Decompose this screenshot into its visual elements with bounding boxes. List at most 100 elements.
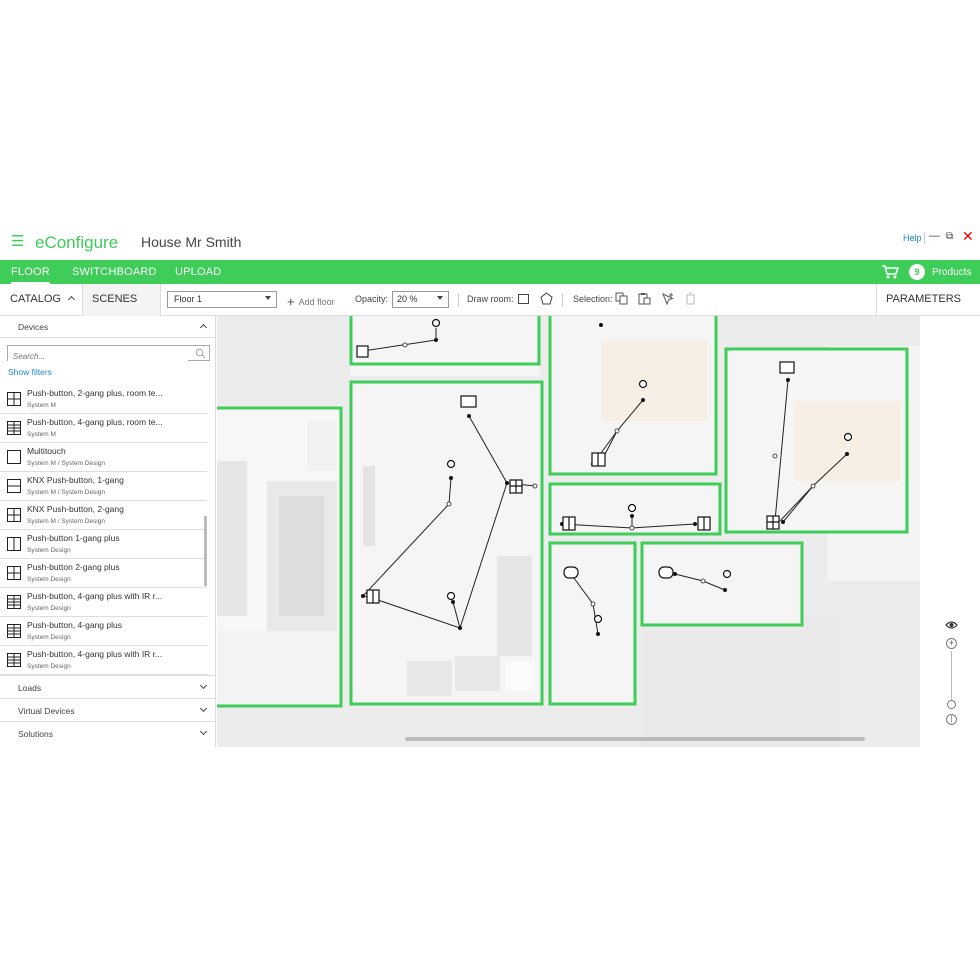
caret-down-icon [265, 296, 271, 300]
visibility-eye-icon[interactable] [945, 620, 958, 630]
device-list-item[interactable]: KNX Push-button, 1-gang System M / System… [0, 472, 207, 501]
zoom-slider-track[interactable] [951, 651, 952, 701]
device-system: System M / System Design [27, 460, 106, 467]
device-name: Push-button 1-gang plus [27, 533, 120, 543]
device-list-item[interactable]: Push-button 2-gang plus System Design [0, 559, 207, 588]
cart-icon[interactable] [881, 264, 899, 280]
device-list-item[interactable]: Push-button, 2-gang plus, room te... Syst… [0, 385, 207, 414]
category-label: Solutions [18, 729, 53, 739]
show-filters-link[interactable]: Show filters [8, 367, 52, 377]
device-system: System Design [27, 605, 71, 612]
close-icon[interactable]: ✕ [962, 228, 974, 245]
device-name: KNX Push-button, 1-gang [27, 475, 124, 485]
category-label: Virtual Devices [18, 706, 75, 716]
category-loads[interactable]: Loads [0, 675, 216, 698]
device-name: Push-button, 4-gang plus with IR r... [27, 649, 163, 659]
title-bar: ☰ eConfigure House Mr Smith Help — ⧉ ✕ [0, 226, 980, 260]
device-system: System M [27, 402, 56, 409]
scrollbar[interactable] [204, 516, 207, 586]
main-menu: FLOOR SWITCHBOARD UPLOAD 9 Products [0, 260, 980, 284]
chevron-up-icon [199, 323, 208, 332]
category-label: Loads [18, 683, 42, 693]
device-name: Push-button 2-gang plus [27, 562, 120, 572]
category-solutions[interactable]: Solutions [0, 721, 216, 744]
floor-plan[interactable] [217, 316, 920, 747]
device-name: KNX Push-button, 2-gang [27, 504, 124, 514]
divider [458, 293, 459, 307]
add-floor-button[interactable]: + Add floor [287, 293, 335, 309]
products-link[interactable]: Products [932, 267, 971, 278]
device-list: Push-button, 2-gang plus, room te... Syst… [0, 385, 208, 675]
search-field[interactable] [7, 345, 210, 364]
app-window: ☰ eConfigure House Mr Smith Help — ⧉ ✕ F… [0, 226, 980, 747]
divider [924, 232, 925, 244]
device-list-item[interactable]: Multitouch System M / System Design [0, 443, 207, 472]
search-input[interactable] [8, 349, 188, 364]
device-name: Push-button, 2-gang plus, room te... [27, 388, 163, 398]
project-title: House Mr Smith [141, 234, 242, 250]
floor-plan-canvas[interactable] [217, 316, 920, 747]
floor-select[interactable]: Floor 1 [167, 291, 277, 308]
minimize-icon[interactable]: — [929, 230, 940, 242]
2gang-plus-icon [7, 566, 21, 580]
chevron-down-icon [199, 681, 208, 690]
opacity-label: Opacity: [355, 294, 389, 304]
draw-rectangle-icon[interactable] [518, 294, 529, 304]
tab-upload[interactable]: UPLOAD [175, 266, 221, 278]
caret-down-icon [437, 296, 443, 300]
device-system: System M / System Design [27, 489, 106, 496]
hamburger-menu-icon[interactable]: ☰ [11, 234, 24, 249]
devices-label: Devices [18, 322, 49, 332]
tab-catalog[interactable]: CATALOG [0, 284, 83, 316]
restore-icon[interactable]: ⧉ [946, 231, 953, 242]
select-add-icon[interactable] [661, 292, 674, 305]
divider [562, 293, 563, 307]
draw-polygon-icon[interactable] [540, 292, 553, 305]
zoom-out-icon[interactable]: | [946, 714, 957, 725]
devices-section-header[interactable]: Devices [0, 316, 216, 338]
device-system: System M / System Design [27, 518, 106, 525]
tab-floor[interactable]: FLOOR [11, 266, 50, 284]
paste-icon[interactable] [638, 292, 651, 305]
category-virtual-devices[interactable]: Virtual Devices [0, 698, 216, 721]
floor-select-value: Floor 1 [174, 294, 203, 304]
draw-room-label: Draw room: [467, 294, 514, 304]
2gang-plus-icon [7, 392, 21, 406]
device-system: System Design [27, 547, 71, 554]
chevron-down-icon [199, 704, 208, 713]
zoom-panel [920, 316, 980, 747]
cart-count-badge: 9 [909, 264, 925, 280]
toolbar: CATALOG SCENES Floor 1 + Add floor Opacit… [0, 284, 980, 316]
selection-label: Selection: [573, 294, 613, 304]
device-list-item[interactable]: Push-button, 4-gang plus, room te... Syst… [0, 414, 207, 443]
device-list-item[interactable]: Push-button, 4-gang plus with IR r... Sys… [0, 646, 207, 675]
delete-icon[interactable] [684, 292, 697, 305]
device-list-item[interactable]: Push-button, 4-gang plus with IR r... Sys… [0, 588, 207, 617]
device-list-item[interactable]: KNX Push-button, 2-gang System M / System… [0, 501, 207, 530]
tab-switchboard[interactable]: SWITCHBOARD [72, 266, 157, 278]
4gang-ir-icon [7, 653, 21, 667]
zoom-slider-thumb[interactable] [947, 700, 956, 709]
plus-icon: + [287, 294, 295, 309]
4gang-ir-icon [7, 595, 21, 609]
zoom-in-icon[interactable]: + [946, 638, 957, 649]
device-list-item[interactable]: Push-button 1-gang plus System Design [0, 530, 207, 559]
device-system: System Design [27, 663, 71, 670]
chevron-down-icon [199, 727, 208, 736]
device-list-item[interactable]: Push-button, 4-gang plus System Design [0, 617, 207, 646]
copy-icon[interactable] [615, 292, 628, 305]
opacity-select[interactable]: 20 % [392, 291, 449, 308]
device-system: System M [27, 431, 56, 438]
help-link[interactable]: Help [903, 233, 922, 243]
catalog-panel: Devices Show filters Push-button, 2-gang… [0, 316, 216, 747]
tab-scenes[interactable]: SCENES [83, 284, 161, 316]
horizontal-scrollbar[interactable] [405, 737, 865, 741]
device-system: System Design [27, 576, 71, 583]
device-name: Push-button, 4-gang plus with IR r... [27, 591, 163, 601]
add-floor-label: Add floor [298, 297, 335, 307]
tab-catalog-label: CATALOG [10, 293, 61, 305]
tab-parameters[interactable]: PARAMETERS [876, 284, 980, 316]
opacity-select-value: 20 % [397, 294, 418, 304]
4gang-plus-icon [7, 624, 21, 638]
multitouch-icon [7, 450, 21, 464]
